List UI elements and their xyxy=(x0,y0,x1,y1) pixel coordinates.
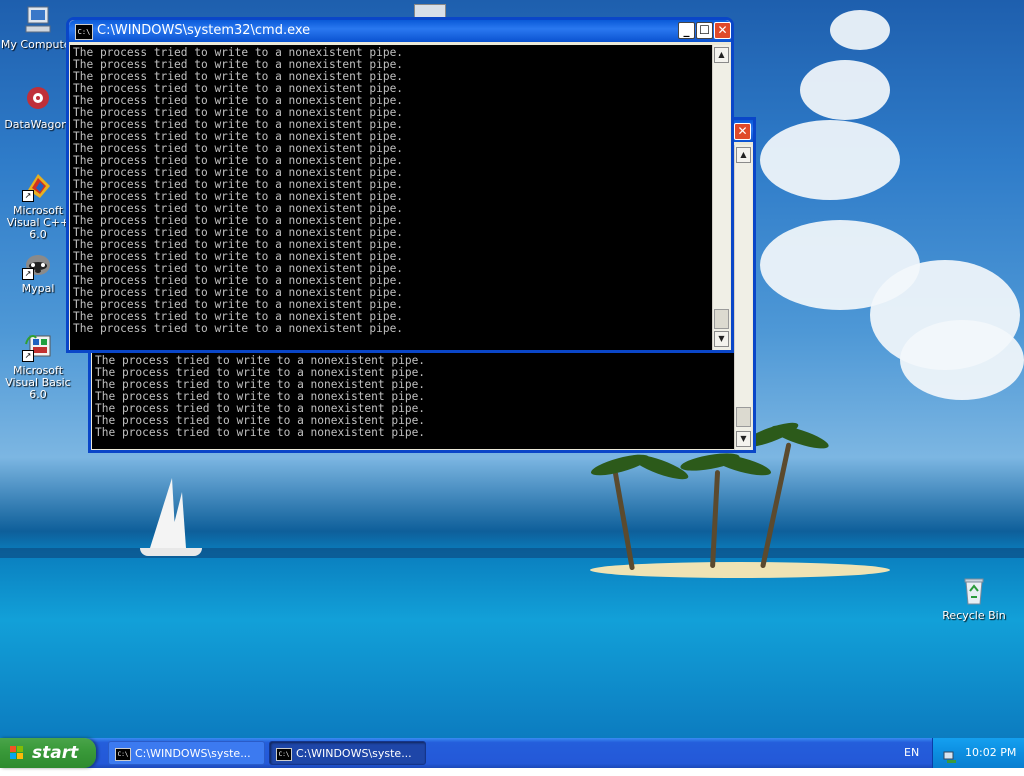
mypal-icon: ↗ xyxy=(22,248,54,280)
cloud xyxy=(760,120,900,200)
console-output: The process tried to write to a nonexist… xyxy=(92,353,734,449)
window-icon xyxy=(414,4,446,18)
taskbar: start C:\ C:\WINDOWS\syste... C:\ C:\WIN… xyxy=(0,738,1024,768)
close-button[interactable]: ✕ xyxy=(734,123,751,140)
sailboat-hull xyxy=(140,548,202,556)
desktop-icon-recycle-bin[interactable]: Recycle Bin xyxy=(936,575,1012,622)
cloud xyxy=(830,10,890,50)
desktop-icon-datawagon[interactable]: DataWagon. xyxy=(0,84,76,131)
scroll-down-button[interactable]: ▼ xyxy=(714,331,729,347)
shortcut-arrow-icon: ↗ xyxy=(22,190,34,202)
cmd-icon: C:\ xyxy=(276,748,292,761)
visual-cpp-icon: ↗ xyxy=(22,170,54,202)
island xyxy=(590,562,890,578)
desktop-icon-label: Recycle Bin xyxy=(942,609,1006,622)
desktop-background: My Computer DataWagon. ↗ Microsoft Visua… xyxy=(0,0,1024,738)
taskbar-task-cmd-2[interactable]: C:\ C:\WINDOWS\syste... xyxy=(269,741,426,765)
desktop-icon-mypal[interactable]: ↗ Mypal xyxy=(0,248,76,295)
cmd-icon: C:\ xyxy=(115,748,131,761)
console-output: The process tried to write to a nonexist… xyxy=(70,45,712,350)
shortcut-arrow-icon: ↗ xyxy=(22,350,34,362)
taskbar-task-cmd-1[interactable]: C:\ C:\WINDOWS\syste... xyxy=(108,741,265,765)
close-button[interactable]: ✕ xyxy=(714,22,731,39)
window-title: C:\WINDOWS\system32\cmd.exe xyxy=(97,23,311,38)
vertical-scrollbar[interactable]: ▲ ▼ xyxy=(734,145,752,450)
scrollbar-thumb[interactable] xyxy=(736,407,751,427)
language-indicator[interactable]: EN xyxy=(904,738,919,768)
desktop-icon-label: My Computer xyxy=(0,38,76,51)
cloud xyxy=(800,60,890,120)
scroll-up-button[interactable]: ▲ xyxy=(714,47,729,63)
minimize-button[interactable]: _ xyxy=(678,22,695,39)
visual-basic-icon: ↗ xyxy=(22,330,54,362)
start-label: start xyxy=(32,743,79,763)
console-line: The process tried to write to a nonexist… xyxy=(95,426,426,439)
recycle-bin-icon xyxy=(958,575,990,607)
task-label: C:\WINDOWS\syste... xyxy=(135,747,251,760)
desktop-icon-label: Microsoft Visual Basic 6.0 xyxy=(5,364,71,401)
network-icon[interactable] xyxy=(943,746,957,763)
desktop-icon-label: Mypal xyxy=(21,282,55,295)
start-button[interactable]: start xyxy=(0,738,96,768)
scroll-up-button[interactable]: ▲ xyxy=(736,147,751,163)
desktop-icon-my-computer[interactable]: My Computer xyxy=(0,4,76,51)
datawagon-icon xyxy=(22,84,54,116)
scroll-down-button[interactable]: ▼ xyxy=(736,431,751,447)
cmd-window-front[interactable]: C:\ C:\WINDOWS\system32\cmd.exe _ ☐ ✕ Th… xyxy=(66,17,734,353)
vertical-scrollbar[interactable]: ▲ ▼ xyxy=(712,45,730,350)
scrollbar-thumb[interactable] xyxy=(714,309,729,329)
desktop-icon-label: Microsoft Visual C++ 6.0 xyxy=(6,204,70,241)
shortcut-arrow-icon: ↗ xyxy=(22,268,34,280)
desktop-icon-visual-cpp[interactable]: ↗ Microsoft Visual C++ 6.0 xyxy=(0,170,76,241)
computer-icon xyxy=(22,4,54,36)
cmd-icon: C:\ xyxy=(75,24,93,40)
maximize-button[interactable]: ☐ xyxy=(696,22,713,39)
console-line: The process tried to write to a nonexist… xyxy=(73,322,404,335)
windows-logo-icon xyxy=(10,746,24,760)
clock[interactable]: 10:02 PM xyxy=(965,738,1016,768)
system-tray: 10:02 PM xyxy=(932,738,1024,768)
sailboat-sail xyxy=(168,492,186,548)
cloud xyxy=(900,320,1024,400)
task-label: C:\WINDOWS\syste... xyxy=(296,747,412,760)
desktop-icon-visual-basic[interactable]: ↗ Microsoft Visual Basic 6.0 xyxy=(0,330,76,401)
desktop-icon-label: DataWagon. xyxy=(4,118,72,131)
title-bar[interactable]: C:\ C:\WINDOWS\system32\cmd.exe _ ☐ ✕ xyxy=(69,20,731,42)
